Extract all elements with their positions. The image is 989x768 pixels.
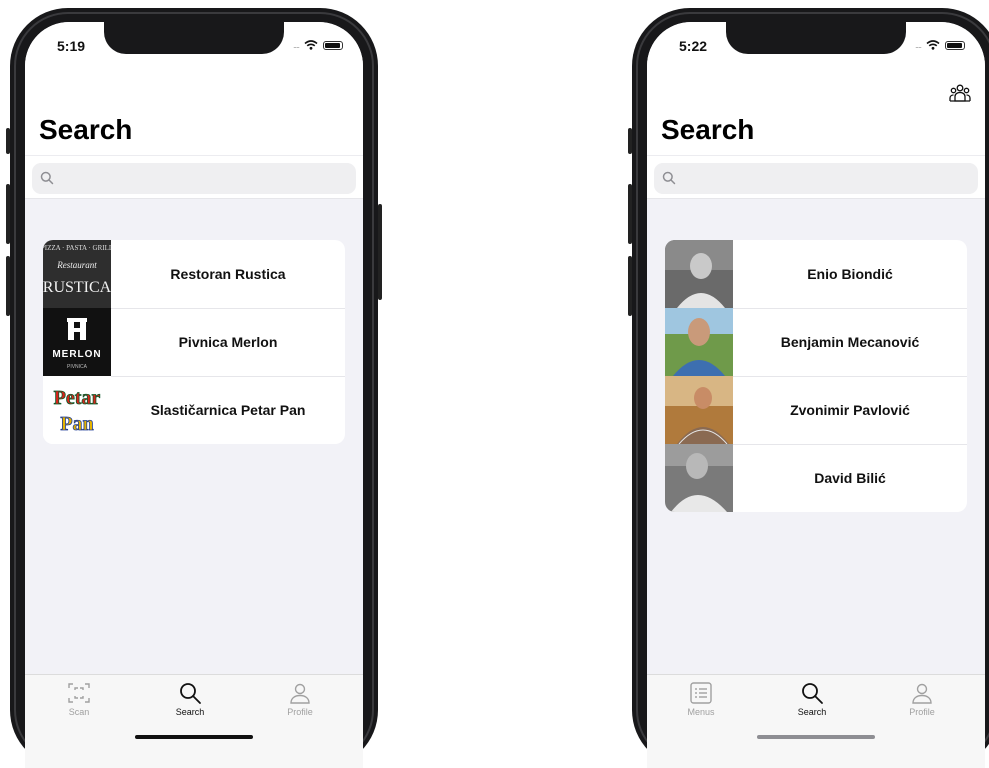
search-results-list: PIZZA · PASTA · GRILL Restaurant RUSTICA… (43, 240, 345, 444)
status-time: 5:19 (57, 38, 86, 54)
header-divider (25, 155, 363, 156)
menu-list-icon (690, 682, 712, 704)
home-indicator[interactable] (757, 735, 875, 739)
result-row-rustica[interactable]: PIZZA · PASTA · GRILL Restaurant RUSTICA… (43, 240, 345, 308)
notch (726, 22, 906, 54)
svg-text:MERLON: MERLON (52, 349, 101, 360)
tab-search[interactable]: Search (155, 681, 225, 717)
notch (104, 22, 284, 54)
header-divider (647, 155, 985, 156)
status-time: 5:22 (679, 38, 708, 54)
scan-icon (68, 683, 90, 703)
tab-scan[interactable]: Scan (44, 681, 114, 717)
search-icon (802, 683, 823, 704)
battery-icon (945, 40, 965, 50)
search-input[interactable] (680, 163, 970, 196)
result-row-user[interactable]: David Bilić (665, 444, 967, 512)
right-phone: 5:22 .... Search Enio Biondić Benjamin M… (628, 8, 989, 768)
result-name: Pivnica Merlon (178, 334, 278, 350)
volume-up-button (628, 184, 632, 244)
merlon-logo: MERLON PIVNICA (43, 308, 111, 376)
profile-icon (290, 683, 310, 704)
result-name: Enio Biondić (807, 266, 893, 282)
mute-switch (628, 128, 632, 154)
avatar-photo (665, 444, 733, 512)
right-screen: 5:22 .... Search Enio Biondić Benjamin M… (647, 22, 985, 768)
people-group-icon[interactable] (949, 84, 971, 102)
result-row-user[interactable]: Enio Biondić (665, 240, 967, 308)
left-phone: 5:19 .... Search PIZZA · PASTA · GRILL R… (6, 8, 382, 768)
page-title: Search (661, 114, 755, 145)
signal-dots-icon: .... (914, 40, 922, 50)
power-button (378, 204, 382, 300)
svg-text:PIVNICA: PIVNICA (67, 364, 88, 370)
mute-switch (6, 128, 10, 154)
result-name: Slastičarnica Petar Pan (150, 402, 306, 418)
result-name: Zvonimir Pavlović (790, 402, 910, 418)
search-icon (180, 683, 201, 704)
signal-dots-icon: .... (292, 40, 300, 50)
status-icons: .... (915, 40, 965, 50)
tab-search[interactable]: Search (777, 681, 847, 717)
tab-profile[interactable]: Profile (887, 681, 957, 717)
volume-up-button (6, 184, 10, 244)
svg-text:Pan: Pan (60, 413, 93, 435)
avatar-photo (665, 308, 733, 376)
volume-down-button (6, 256, 10, 316)
search-bar[interactable] (654, 163, 978, 196)
avatar-photo (665, 376, 733, 444)
svg-text:PIZZA · PASTA · GRILL: PIZZA · PASTA · GRILL (43, 244, 111, 252)
left-screen: 5:19 .... Search PIZZA · PASTA · GRILL R… (25, 22, 363, 768)
rustica-logo: PIZZA · PASTA · GRILL Restaurant RUSTICA (43, 240, 111, 308)
status-icons: .... (293, 40, 343, 50)
search-bar[interactable] (32, 163, 356, 196)
tab-bar: Scan Search Profile (25, 674, 363, 768)
result-name: David Bilić (814, 470, 886, 486)
tab-menus[interactable]: Menus (666, 681, 736, 717)
tab-profile[interactable]: Profile (265, 681, 335, 717)
wifi-icon (926, 40, 940, 50)
volume-down-button (628, 256, 632, 316)
wifi-icon (304, 40, 318, 50)
tab-bar: Menus Search Profile (647, 674, 985, 768)
search-results-list: Enio Biondić Benjamin Mecanović Zvonimir… (665, 240, 967, 512)
svg-text:RUSTICA: RUSTICA (43, 279, 111, 296)
result-row-user[interactable]: Benjamin Mecanović (665, 308, 967, 376)
svg-text:Restaurant: Restaurant (56, 260, 97, 270)
search-icon (662, 171, 676, 185)
page-title: Search (39, 114, 133, 145)
battery-icon (323, 40, 343, 50)
svg-text:Petar: Petar (54, 387, 101, 409)
petar-pan-logo: Petar Pan (43, 376, 111, 444)
profile-icon (912, 683, 932, 704)
home-indicator[interactable] (135, 735, 253, 739)
search-input[interactable] (58, 163, 348, 196)
result-row-user[interactable]: Zvonimir Pavlović (665, 376, 967, 444)
result-row-petar-pan[interactable]: Petar Pan Slastičarnica Petar Pan (43, 376, 345, 444)
result-name: Restoran Rustica (170, 266, 286, 282)
avatar-photo (665, 240, 733, 308)
result-name: Benjamin Mecanović (780, 334, 920, 350)
search-icon (40, 171, 54, 185)
result-row-merlon[interactable]: MERLON PIVNICA Pivnica Merlon (43, 308, 345, 376)
